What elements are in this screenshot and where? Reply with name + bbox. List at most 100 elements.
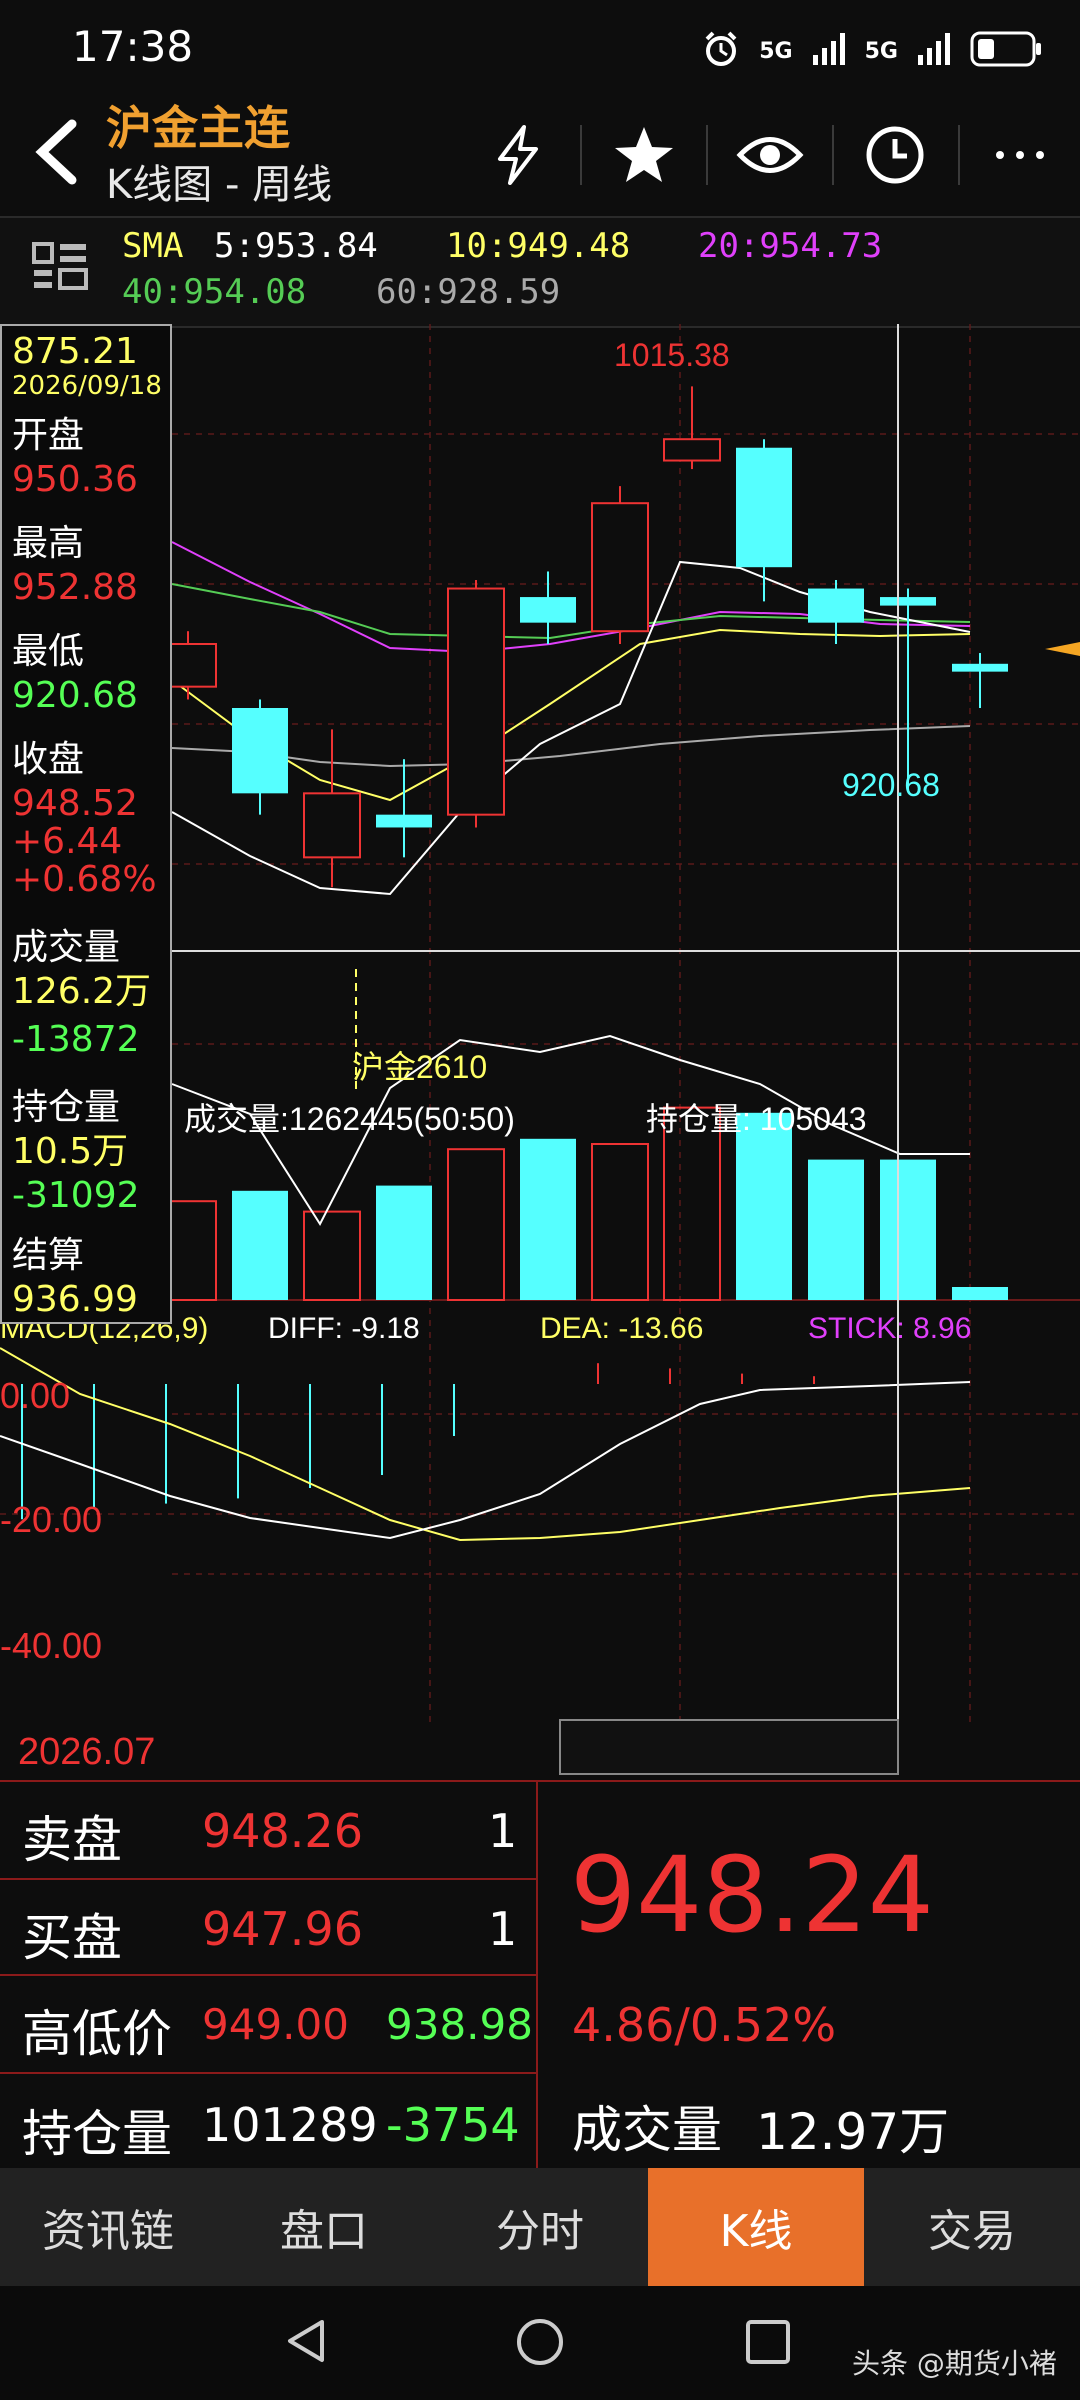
candle-body <box>808 588 864 623</box>
volume-bar <box>303 1210 361 1301</box>
battery-icon <box>970 29 1044 73</box>
page-title: 沪金主连 <box>106 101 290 155</box>
nav-home-button[interactable] <box>514 2316 566 2372</box>
tab-timeshare[interactable]: 分时 <box>432 2168 648 2286</box>
indicator-switch-button[interactable] <box>30 240 90 304</box>
info-open-value: 950.36 <box>12 459 138 500</box>
info-low-value: 920.68 <box>12 675 138 716</box>
tab-order-book[interactable]: 盘口 <box>216 2168 432 2286</box>
signal-bars-icon <box>811 31 847 71</box>
volume-bar <box>880 1159 936 1300</box>
volume-bar <box>376 1185 432 1300</box>
volume-label: 成交量 <box>572 2101 722 2159</box>
info-change-pct: +0.68% <box>12 859 157 900</box>
watch-button[interactable] <box>730 115 810 195</box>
volume-bar <box>736 1112 792 1300</box>
sell-price[interactable]: 948.26 <box>202 1804 363 1858</box>
sma5-value: 5:953.84 <box>214 226 378 266</box>
quote-panel: 卖盘 948.26 1 买盘 947.96 1 高低价 949.00 938.9… <box>0 1780 1080 2170</box>
quote-row-divider <box>0 1878 536 1880</box>
contract-label: 沪金2610 <box>352 1049 487 1085</box>
info-open-label: 开盘 <box>12 415 85 456</box>
low-price-label: 920.68 <box>842 767 940 803</box>
alarm-icon <box>701 29 741 73</box>
current-price-marker <box>1045 642 1080 656</box>
more-dots-icon <box>996 151 1044 159</box>
back-arrow-icon <box>35 119 77 185</box>
candle-body <box>663 438 721 462</box>
system-nav-bar: 头条 @期货小褚 <box>0 2286 1080 2400</box>
tab-trade[interactable]: 交易 <box>864 2168 1080 2286</box>
info-oi-label: 持仓量 <box>12 1087 121 1128</box>
macd-stick-group <box>21 1363 815 1520</box>
date-tooltip-box <box>559 1719 899 1775</box>
volume-bar <box>591 1143 649 1301</box>
more-button[interactable] <box>980 115 1060 195</box>
sell-label: 卖盘 <box>22 1811 122 1869</box>
crosshair-info-panel: 875.21 2026/09/18 开盘 950.36 最高 952.88 最低… <box>0 324 172 1324</box>
sma20-value: 20:954.73 <box>698 226 883 266</box>
candle-body <box>880 597 936 606</box>
page-subtitle: K线图 - 周线 <box>106 162 333 208</box>
bottom-tab-bar: 资讯链 盘口 分时 K线 交易 <box>0 2168 1080 2286</box>
info-date: 2026/09/18 <box>12 371 162 401</box>
status-time: 17:38 <box>72 22 194 71</box>
sell-qty: 1 <box>488 1804 518 1858</box>
stick-label: STICK: 8.96 <box>808 1312 971 1345</box>
nav-recents-button[interactable] <box>744 2318 792 2370</box>
candle-body <box>952 663 1008 672</box>
favorite-button[interactable] <box>604 115 684 195</box>
lightning-icon <box>498 125 538 185</box>
signal-5g-icon-2: 5G <box>864 38 898 64</box>
price-change: 4.86/0.52% <box>572 1998 837 2052</box>
info-high-label: 最高 <box>12 523 85 564</box>
buy-price[interactable]: 947.96 <box>202 1902 363 1956</box>
status-icons: 5G 5G <box>701 26 1044 76</box>
watermark: 头条 @期货小褚 <box>852 2347 1057 2380</box>
high-price-label: 1015.38 <box>614 337 730 373</box>
high-low-label: 高低价 <box>22 2005 172 2063</box>
last-price: 948.24 <box>570 1834 934 1956</box>
quote-row-divider <box>0 1974 536 1976</box>
volume-bar <box>952 1287 1008 1300</box>
buy-label: 买盘 <box>22 1909 122 1967</box>
nav-back-icon <box>288 2320 324 2362</box>
info-volume-value: 126.2万 <box>12 971 152 1012</box>
info-volume-label: 成交量 <box>12 927 121 968</box>
macd-tick-1: -20.00 <box>0 1499 102 1540</box>
nav-home-icon <box>517 2319 563 2365</box>
open-interest-change: -3754 <box>386 2098 520 2152</box>
candle-body <box>303 792 361 859</box>
buy-qty: 1 <box>488 1902 518 1956</box>
low-value: 938.98 <box>386 2000 533 2049</box>
nav-back-button[interactable] <box>282 2316 332 2370</box>
open-interest-value: 101289 <box>202 2098 378 2152</box>
toolbar-divider <box>580 125 582 185</box>
back-button[interactable] <box>22 112 92 192</box>
toolbar-divider <box>958 125 960 185</box>
info-oi-value: 10.5万 <box>12 1131 129 1172</box>
tab-news-chain[interactable]: 资讯链 <box>0 2168 216 2286</box>
tab-kline[interactable]: K线 <box>648 2168 864 2286</box>
info-change: +6.44 <box>12 821 123 862</box>
eye-icon <box>736 137 804 173</box>
candle-body <box>591 502 649 633</box>
high-value: 949.00 <box>202 2000 349 2049</box>
history-button[interactable] <box>855 115 935 195</box>
diff-label: DIFF: -9.18 <box>268 1312 420 1345</box>
candle-body <box>736 447 792 568</box>
info-low-label: 最低 <box>12 631 85 672</box>
toolbar-divider <box>706 125 708 185</box>
info-high-value: 952.88 <box>12 567 138 608</box>
info-settle-label: 结算 <box>12 1235 85 1276</box>
toolbar-divider <box>832 125 834 185</box>
grid-icon <box>32 242 88 290</box>
info-volume-change: -13872 <box>12 1019 140 1060</box>
sma-indicator-bar: SMA 5:953.84 10:949.48 20:954.73 40:954.… <box>0 216 1080 328</box>
volume-bar <box>232 1190 288 1300</box>
flash-order-button[interactable] <box>478 115 558 195</box>
clock-icon <box>866 126 924 184</box>
sma-label: SMA <box>122 226 184 266</box>
status-bar: 17:38 5G 5G <box>0 0 1080 100</box>
ma60-line <box>171 725 971 768</box>
